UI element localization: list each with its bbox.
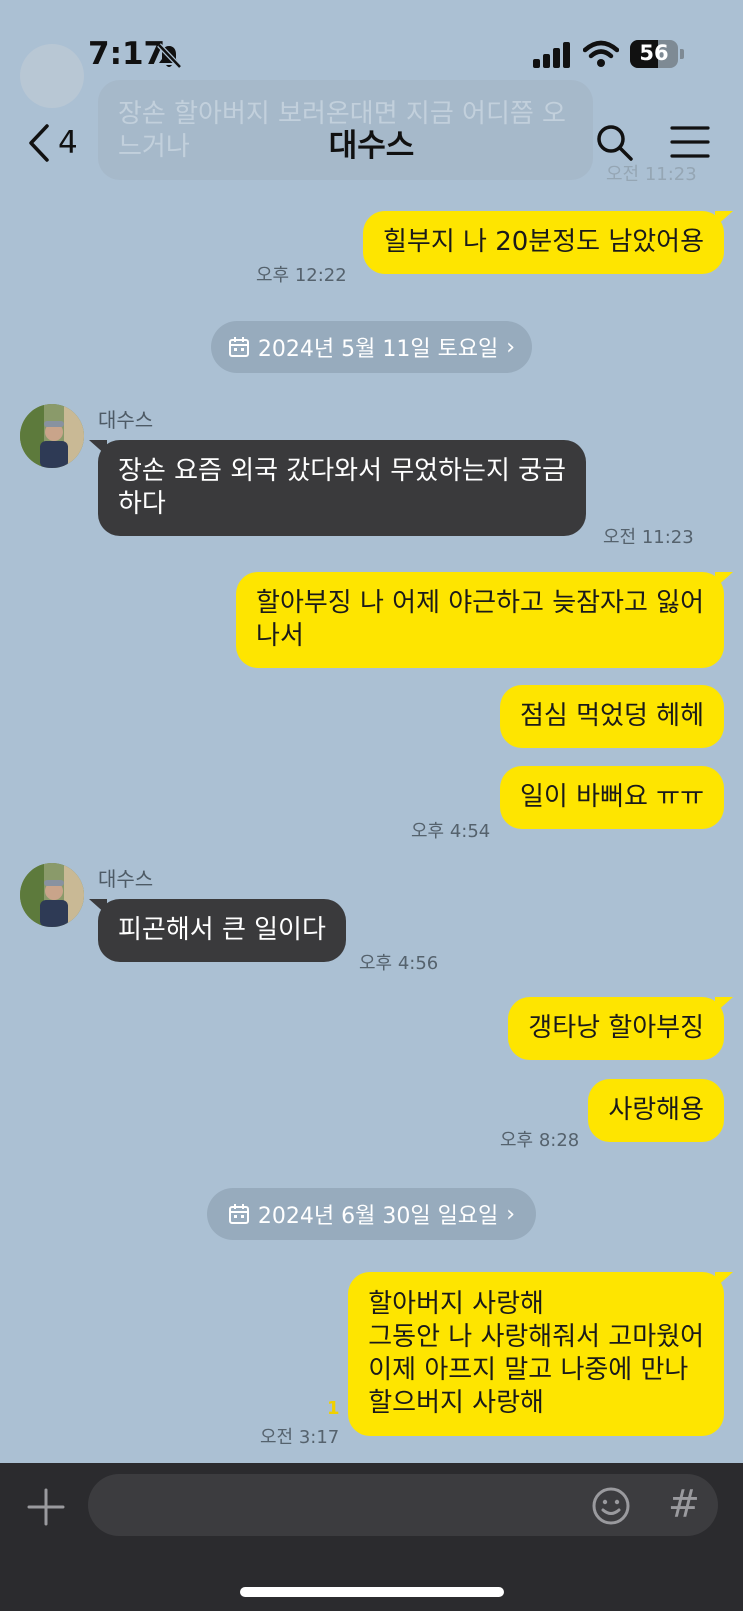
message-timestamp: 오후 4:54 — [411, 821, 491, 842]
message-timestamp: 오전 11:23 — [603, 527, 694, 548]
chevron-right-icon: › — [506, 334, 516, 360]
date-divider[interactable]: 2024년 5월 11일 토요일 › — [211, 321, 532, 373]
message-text: 점심 먹었덩 헤헤 — [520, 701, 704, 731]
avatar-photo — [20, 404, 84, 468]
message-line: 할아버지 사랑해 — [368, 1289, 544, 1319]
message-line: 하다 — [118, 489, 166, 519]
wifi-icon — [583, 40, 619, 67]
date-label: 2024년 6월 30일 일요일 — [257, 1204, 499, 1229]
message-line: 할아부징 나 어제 야근하고 늦잠자고 잃어 — [256, 588, 704, 618]
my-message-bubble[interactable]: 점심 먹었덩 헤헤 — [500, 685, 724, 748]
message-line: 장손 요즘 외국 갔다와서 무었하는지 궁금 — [118, 456, 566, 486]
home-indicator[interactable] — [240, 1587, 504, 1597]
hamburger-menu-icon[interactable] — [670, 124, 710, 160]
my-message-bubble[interactable]: 갱타낭 할아부징 — [508, 997, 733, 1060]
message-text: 힐부지 나 20분정도 남았어용 — [383, 227, 704, 257]
battery-icon: 56 — [630, 40, 678, 68]
hash-icon[interactable]: # — [668, 1482, 700, 1526]
calendar-icon — [228, 1204, 249, 1224]
message-line: 나서 — [256, 621, 304, 651]
search-icon[interactable] — [594, 122, 634, 162]
message-text: 피곤해서 큰 일이다 — [118, 915, 326, 945]
my-message-bubble[interactable]: 할아부징 나 어제 야근하고 늦잠자고 잃어 나서 — [236, 572, 733, 668]
message-text: 일이 바뻐요 ㅠㅠ — [520, 782, 704, 812]
battery-level: 56 — [639, 41, 669, 65]
message-timestamp: 오후 4:56 — [359, 953, 439, 974]
my-message-bubble[interactable]: 일이 바뻐요 ㅠㅠ — [500, 766, 724, 829]
bell-slash-icon — [157, 43, 182, 69]
my-message-bubble[interactable]: 할아버지 사랑해 그동안 나 사랑해줘서 고마웠어 이제 아프지 말고 나중에 … — [348, 1272, 733, 1436]
my-message-bubble[interactable]: 힐부지 나 20분정도 남았어용 — [363, 211, 733, 274]
battery-nub — [680, 49, 684, 59]
unread-count: 1 — [327, 1398, 340, 1419]
date-divider[interactable]: 2024년 6월 30일 일요일 › — [207, 1188, 536, 1240]
calendar-icon — [228, 337, 249, 357]
message-text: 사랑해용 — [608, 1095, 704, 1125]
message-timestamp: 오전 3:17 — [260, 1427, 340, 1448]
message-line: 할으버지 사랑해 — [368, 1388, 544, 1418]
avatar-photo — [20, 863, 84, 927]
status-time: 7:17 — [88, 36, 166, 72]
my-message-bubble[interactable]: 사랑해용 — [588, 1079, 724, 1142]
avatar[interactable] — [20, 863, 84, 927]
message-line: 이제 아프지 말고 나중에 만나 — [368, 1355, 689, 1385]
their-message-bubble[interactable]: 장손 요즘 외국 갔다와서 무었하는지 궁금 하다 — [89, 440, 586, 536]
chevron-right-icon: › — [506, 1201, 516, 1227]
avatar[interactable] — [20, 404, 84, 468]
sender-name: 대수스 — [98, 867, 154, 891]
message-timestamp: 오후 12:22 — [256, 265, 347, 286]
plus-icon[interactable] — [26, 1487, 66, 1527]
avatar-ghost — [20, 44, 84, 108]
message-text: 갱타낭 할아부징 — [528, 1013, 704, 1043]
date-label: 2024년 5월 11일 토요일 — [257, 337, 499, 362]
sender-name: 대수스 — [98, 408, 154, 432]
signal-icon — [533, 42, 570, 68]
emoji-icon[interactable] — [591, 1486, 631, 1526]
message-timestamp: 오후 8:28 — [500, 1130, 580, 1151]
message-line: 그동안 나 사랑해줘서 고마웠어 — [368, 1322, 704, 1352]
their-message-bubble[interactable]: 피곤해서 큰 일이다 — [89, 899, 346, 962]
